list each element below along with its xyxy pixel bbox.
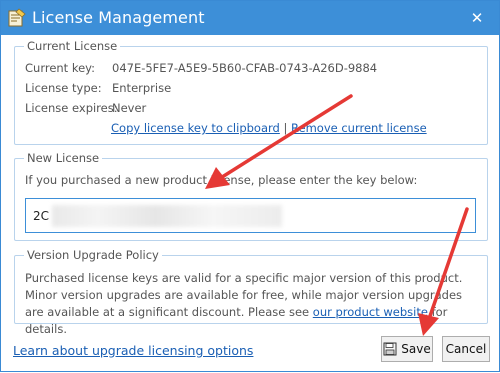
license-app-icon [8,8,26,27]
close-icon: ✕ [470,9,484,27]
close-button[interactable]: ✕ [465,6,489,30]
title-bar: License Management ✕ [1,1,499,35]
remove-license-link[interactable]: Remove current license [291,121,427,135]
license-type-row: License type: Enterprise [25,81,171,95]
current-key-value: 047E-5FE7-A5E9-5B60-CFAB-0743-A26D-9884 [112,61,378,75]
license-management-dialog: License Management ✕ Current License Cur… [0,0,500,372]
new-license-group: New License If you purchased a new produ… [14,151,488,241]
learn-upgrade-link[interactable]: Learn about upgrade licensing options [13,343,253,358]
save-icon [383,342,397,356]
new-license-title: New License [24,151,103,165]
license-key-value: 2C [33,209,50,223]
copy-license-key-link[interactable]: Copy license key to clipboard [111,121,280,135]
license-expires-label: License expires: [25,101,118,115]
link-separator: | [283,121,288,135]
current-license-title: Current License [24,39,121,53]
license-key-input[interactable]: 2C [25,198,476,233]
license-expires-value: Never [112,101,147,115]
license-actions-row: Copy license key to clipboard | Remove c… [111,121,427,135]
new-license-prompt: If you purchased a new product license, … [25,173,418,187]
license-type-value: Enterprise [112,81,172,95]
current-key-row: Current key: 047E-5FE7-A5E9-5B60-CFAB-074… [25,61,377,75]
save-label: Save [401,342,431,356]
window-title: License Management [32,8,205,27]
license-type-label: License type: [25,81,102,95]
save-button[interactable]: Save [381,336,433,362]
redacted-key-blur [52,205,282,227]
product-website-link[interactable]: our product website [313,305,428,319]
current-license-group: Current License Current key: 047E-5FE7-A5… [14,39,488,145]
upgrade-policy-group: Version Upgrade Policy Purchased license… [14,248,488,336]
license-expires-row: License expires:Never [25,101,146,115]
upgrade-policy-text: Purchased license keys are valid for a s… [25,270,480,338]
cancel-button[interactable]: Cancel [442,336,490,362]
cancel-label: Cancel [445,342,487,356]
upgrade-policy-title: Version Upgrade Policy [24,248,162,262]
current-key-label: Current key: [25,61,96,75]
